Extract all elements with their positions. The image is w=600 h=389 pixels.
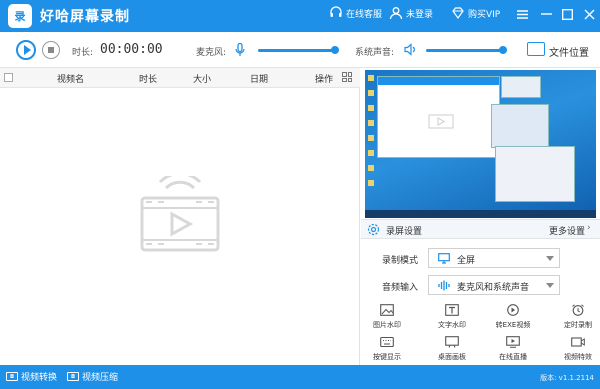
tool-image-watermark[interactable]: 图片水印 [363, 304, 411, 330]
system-sound-label: 系统声音: [355, 48, 395, 58]
audio-input-label: 音频输入 [382, 283, 419, 293]
video-convert-button[interactable]: ◘ 视频转换 [6, 370, 57, 383]
record-mode-label: 录制模式 [382, 256, 419, 266]
mic-volume-slider[interactable] [258, 46, 339, 54]
select-all-checkbox[interactable] [4, 73, 13, 82]
login-link[interactable]: 未登录 [389, 6, 433, 20]
tool-label: 按键显示 [373, 353, 401, 361]
text-icon [445, 304, 459, 316]
keyboard-icon [380, 336, 394, 348]
tool-label: 桌面画板 [438, 353, 466, 361]
video-list-panel: 视频名 时长 大小 日期 操作 [0, 68, 360, 365]
maximize-icon [561, 8, 573, 20]
column-date[interactable]: 日期 [250, 72, 268, 85]
tool-label: 视频特效 [564, 353, 592, 361]
monitor-icon [438, 253, 450, 264]
audio-input-value: 麦克风和系统声音 [457, 283, 530, 293]
folder-icon[interactable] [527, 42, 545, 56]
image-icon [380, 304, 394, 316]
video-list-header: 视频名 时长 大小 日期 操作 [0, 68, 360, 88]
record-settings-title: 录屏设置 [386, 227, 423, 237]
whiteboard-icon [445, 336, 459, 348]
user-icon [389, 7, 403, 20]
maximize-button[interactable] [558, 5, 576, 23]
system-sound-slider[interactable] [426, 46, 507, 54]
duration-value: 00:00:00 [100, 42, 163, 57]
minimize-icon [540, 13, 552, 15]
settings-panel: 录屏设置 更多设置 › 录制模式 全屏 音频输入 麦克风和系统声音 图片水印 文… [361, 68, 600, 365]
column-size[interactable]: 大小 [193, 72, 211, 85]
duration-label: 时长: [72, 48, 94, 58]
login-label: 未登录 [406, 9, 434, 20]
tool-label: 文字水印 [438, 321, 466, 329]
minimize-button[interactable] [537, 5, 555, 23]
column-video-name[interactable]: 视频名 [57, 72, 84, 85]
start-record-button[interactable] [16, 40, 36, 60]
chevron-down-icon [546, 256, 554, 261]
video-compress-button[interactable]: ◘ 视频压缩 [67, 370, 118, 383]
menu-icon [516, 9, 528, 19]
screen-preview [365, 70, 596, 218]
video-effects-icon [571, 337, 585, 347]
video-convert-icon: ◘ [6, 372, 18, 381]
chevron-right-icon[interactable]: › [587, 223, 591, 233]
audio-wave-icon [438, 280, 450, 291]
chevron-down-icon [546, 283, 554, 288]
alarm-clock-icon [572, 304, 584, 316]
online-service-label: 在线客服 [346, 9, 383, 20]
app-logo-text: 录 [14, 10, 26, 23]
app-title: 好哈屏幕录制 [40, 9, 130, 25]
speaker-icon[interactable] [404, 43, 417, 56]
video-compress-label: 视频压缩 [82, 373, 119, 383]
version-text: 版本: v1.1.2114 [540, 374, 594, 382]
stop-record-button[interactable] [42, 41, 60, 59]
live-icon [506, 336, 520, 348]
online-service-link[interactable]: 在线客服 [329, 6, 382, 20]
buy-vip-label: 购买VIP [468, 9, 501, 20]
gear-icon [367, 223, 380, 236]
title-bar: 录 好哈屏幕录制 在线客服 未登录 购买VIP [0, 0, 600, 32]
tool-label: 在线直播 [499, 353, 527, 361]
exe-play-icon [507, 304, 519, 316]
video-compress-icon: ◘ [67, 372, 79, 381]
mic-label: 麦克风: [196, 48, 227, 58]
tool-desktop-whiteboard[interactable]: 桌面画板 [428, 336, 476, 362]
tool-video-effects[interactable]: 视频特效 [554, 336, 600, 362]
microphone-icon[interactable] [235, 43, 245, 57]
record-toolbar: 时长: 00:00:00 麦克风: 系统声音: 文件位置 [0, 32, 600, 68]
tool-label: 图片水印 [373, 321, 401, 329]
tool-text-watermark[interactable]: 文字水印 [428, 304, 476, 330]
column-duration[interactable]: 时长 [139, 72, 157, 85]
close-button[interactable] [580, 5, 598, 23]
headset-icon [330, 6, 342, 17]
app-logo-icon: 录 [8, 4, 32, 28]
column-actions: 操作 [315, 75, 334, 85]
audio-input-select[interactable]: 麦克风和系统声音 [428, 275, 560, 295]
tool-live-stream[interactable]: 在线直播 [489, 336, 537, 362]
grid-view-icon[interactable] [342, 72, 352, 82]
record-settings-header: 录屏设置 更多设置 › [361, 219, 600, 239]
record-mode-select[interactable]: 全屏 [428, 248, 560, 268]
tool-label: 转EXE视频 [495, 321, 531, 329]
tool-convert-exe[interactable]: 转EXE视频 [489, 304, 537, 330]
buy-vip-link[interactable]: 购买VIP [451, 6, 500, 20]
empty-video-illustration-icon [140, 176, 220, 252]
status-bar: ◘ 视频转换 ◘ 视频压缩 版本: v1.1.2114 [0, 365, 600, 389]
video-convert-label: 视频转换 [21, 373, 58, 383]
tool-scheduled-record[interactable]: 定时录制 [554, 304, 600, 330]
record-mode-value: 全屏 [457, 256, 476, 266]
menu-button[interactable] [513, 5, 531, 23]
file-location-button[interactable]: 文件位置 [549, 44, 589, 59]
diamond-icon [452, 7, 464, 20]
tool-key-display[interactable]: 按键显示 [363, 336, 411, 362]
close-icon [584, 9, 594, 19]
tool-label: 定时录制 [564, 321, 592, 329]
more-settings-link[interactable]: 更多设置 [549, 224, 585, 237]
